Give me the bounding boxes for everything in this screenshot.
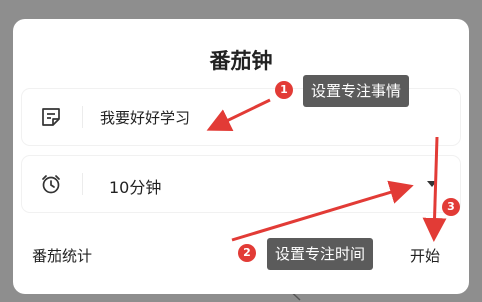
arrow-1 <box>206 98 271 131</box>
annotation-tip-2: 设置专注时间 <box>267 238 374 270</box>
annotation-badge-2: 2 <box>238 244 256 262</box>
annotation-badge-3: 3 <box>442 198 460 216</box>
annotation-tip-1: 设置专注事情 <box>303 75 410 107</box>
annotation-badge-1: 1 <box>275 81 293 99</box>
arrow-2 <box>231 180 414 242</box>
arrow-3 <box>422 136 447 242</box>
